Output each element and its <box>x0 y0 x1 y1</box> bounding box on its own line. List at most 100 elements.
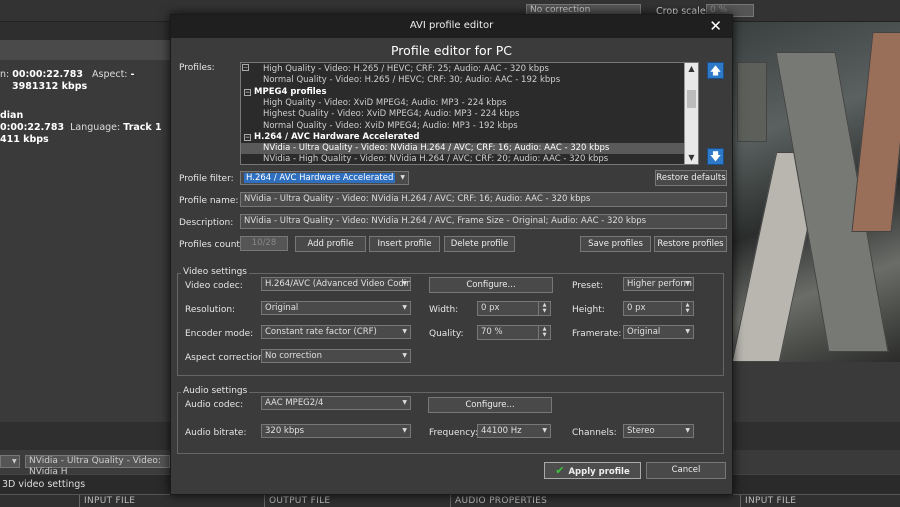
profile-filter-value: H.264 / AVC Hardware Accelerated <box>244 173 396 183</box>
profile-name-input[interactable]: NVidia - Ultra Quality - Video: NVidia H… <box>240 192 727 207</box>
background-audio-line: 0:00:22.783 Language: Track 1 <box>0 122 162 133</box>
collapse-icon[interactable]: − <box>244 133 251 141</box>
profiles-scrollbar[interactable]: ▲ ▼ <box>684 63 698 164</box>
height-spin-buttons[interactable]: ▲ ▼ <box>681 302 693 315</box>
profile-item[interactable]: NVidia - High Quality - Video: NVidia H.… <box>241 154 685 165</box>
video-codec-value: H.264/AVC (Advanced Video Coding) <box>265 279 411 289</box>
framerate-label: Framerate: <box>572 329 622 339</box>
profile-text: High Quality - Video: XviD MPEG4; Audio:… <box>263 97 507 108</box>
scroll-thumb[interactable] <box>687 90 696 108</box>
city-tower-4 <box>737 62 767 142</box>
audio-codec-select[interactable]: AAC MPEG2/4 ▼ <box>261 396 411 410</box>
add-profile-button[interactable]: Add profile <box>295 236 366 252</box>
video-codec-select[interactable]: H.264/AVC (Advanced Video Coding) ▼ <box>261 277 411 291</box>
profiles-label: Profiles: <box>179 63 215 73</box>
quality-label: Quality: <box>429 329 464 339</box>
background-audio-bitrate: 411 kbps <box>0 134 49 145</box>
background-aspect-label: Aspect: <box>92 69 128 80</box>
profile-item[interactable]: Highest Quality - Video: XviD MPEG4; Aud… <box>241 109 685 120</box>
profiles-count-label: Profiles count: <box>179 240 243 250</box>
width-label: Width: <box>429 305 459 315</box>
profile-filter-label: Profile filter: <box>179 174 234 184</box>
delete-profile-button[interactable]: Delete profile <box>444 236 515 252</box>
encoder-mode-value: Constant rate factor (CRF) <box>265 327 377 337</box>
encoder-mode-select[interactable]: Constant rate factor (CRF) ▼ <box>261 325 411 339</box>
apply-profile-label: Apply profile <box>568 467 630 477</box>
resolution-select[interactable]: Original ▼ <box>261 301 411 315</box>
audio-settings-title: Audio settings <box>181 386 250 396</box>
width-spin-buttons[interactable]: ▲ ▼ <box>538 302 550 315</box>
checkmark-icon: ✔ <box>555 464 565 477</box>
background-left-subheader <box>0 40 170 60</box>
collapse-icon[interactable]: − <box>244 88 251 96</box>
spin-down-icon[interactable]: ▼ <box>682 308 693 314</box>
spin-down-icon[interactable]: ▼ <box>539 308 550 314</box>
save-profiles-button[interactable]: Save profiles <box>580 236 651 252</box>
audio-codec-value: AAC MPEG2/4 <box>265 398 324 408</box>
preset-select[interactable]: Higher perform ▼ <box>623 277 694 291</box>
framerate-select[interactable]: Original ▼ <box>623 325 694 339</box>
frequency-label: Frequency: <box>429 428 478 438</box>
profiles-list[interactable]: − High Quality - Video: H.265 / HEVC; CR… <box>240 62 699 165</box>
quality-stepper[interactable]: 70 % ▲ ▼ <box>477 325 551 340</box>
restore-profiles-button[interactable]: Restore profiles <box>654 236 727 252</box>
audio-codec-label: Audio codec: <box>185 400 244 410</box>
width-stepper[interactable]: 0 px ▲ ▼ <box>477 301 551 316</box>
profile-editor-dialog: AVI profile editor ✕ Profile editor for … <box>170 14 733 495</box>
background-language-value: Track 1 <box>123 122 162 133</box>
background-3d-settings[interactable]: 3D video settings <box>2 479 85 490</box>
height-label: Height: <box>572 305 605 315</box>
audio-bitrate-select[interactable]: 320 kbps ▼ <box>261 424 411 438</box>
chevron-down-icon: ▼ <box>402 352 407 359</box>
audio-configure-button[interactable]: Configure... <box>428 397 552 413</box>
video-configure-button[interactable]: Configure... <box>429 277 553 293</box>
background-tab-output-file[interactable]: OUTPUT FILE <box>264 495 330 507</box>
resolution-label: Resolution: <box>185 305 236 315</box>
quality-spin-buttons[interactable]: ▲ ▼ <box>538 326 550 339</box>
audio-bitrate-label: Audio bitrate: <box>185 428 247 438</box>
chevron-down-icon: ▼ <box>685 328 690 335</box>
profile-text: H.264 / AVC Hardware Accelerated <box>254 131 420 142</box>
cancel-button[interactable]: Cancel <box>646 462 726 479</box>
profile-item[interactable]: Normal Quality - Video: H.265 / HEVC; CR… <box>241 75 685 86</box>
profile-item[interactable]: High Quality - Video: XviD MPEG4; Audio:… <box>241 98 685 109</box>
channels-select[interactable]: Stereo ▼ <box>623 424 694 438</box>
height-stepper[interactable]: 0 px ▲ ▼ <box>623 301 694 316</box>
video-settings-title: Video settings <box>181 267 249 277</box>
background-small-select[interactable]: ▼ <box>0 455 20 468</box>
move-down-icon[interactable]: 🡇 <box>707 148 724 165</box>
background-left-panel: n: 00:00:22.783 Aspect: - 3981312 kbps d… <box>0 22 170 422</box>
background-tab-audio-properties[interactable]: AUDIO PROPERTIES <box>450 495 547 507</box>
spin-down-icon[interactable]: ▼ <box>539 332 550 338</box>
description-input[interactable]: NVidia - Ultra Quality - Video: NVidia H… <box>240 214 727 229</box>
scroll-up-icon[interactable]: ▲ <box>685 63 698 75</box>
profile-text: NVidia - High Quality - Video: NVidia H.… <box>263 154 609 165</box>
profile-item[interactable]: High Quality - Video: H.265 / HEVC; CRF:… <box>241 64 685 75</box>
profile-item[interactable]: Normal Quality - Video: XviD MPEG4; Audi… <box>241 121 685 132</box>
profile-text: High Quality - Video: H.265 / HEVC; CRF:… <box>263 64 549 74</box>
scroll-down-icon[interactable]: ▼ <box>685 152 698 164</box>
background-tab-input-file[interactable]: INPUT FILE <box>79 495 135 507</box>
move-up-icon[interactable]: 🡅 <box>707 62 724 79</box>
apply-profile-button[interactable]: ✔ Apply profile <box>544 462 641 479</box>
background-duration-line: n: 00:00:22.783 Aspect: - <box>0 69 135 80</box>
profile-group[interactable]: − H.264 / AVC Hardware Accelerated <box>241 132 685 143</box>
insert-profile-button[interactable]: Insert profile <box>369 236 440 252</box>
background-audio-duration: 0:00:22.783 <box>0 122 65 133</box>
background-tab-input-file-2[interactable]: INPUT FILE <box>740 495 796 507</box>
channels-label: Channels: <box>572 428 617 438</box>
preset-value: Higher perform <box>627 279 692 289</box>
profile-item[interactable]: NVidia - Ultra Quality - Video: NVidia H… <box>241 143 685 155</box>
audio-bitrate-value: 320 kbps <box>265 426 305 436</box>
aspect-correction-select[interactable]: No correction ▼ <box>261 349 411 363</box>
background-profile-select[interactable]: NVidia - Ultra Quality - Video: NVidia H <box>25 455 170 477</box>
channels-value: Stereo <box>627 426 655 436</box>
frequency-select[interactable]: 44100 Hz ▼ <box>477 424 551 438</box>
close-icon[interactable]: ✕ <box>709 17 722 35</box>
preset-label: Preset: <box>572 281 604 291</box>
profile-group[interactable]: − MPEG4 profiles <box>241 87 685 98</box>
profile-filter-select[interactable]: H.264 / AVC Hardware Accelerated ▼ <box>240 171 409 185</box>
chevron-down-icon: ▼ <box>402 399 407 406</box>
background-preview-image <box>732 22 900 362</box>
restore-defaults-button[interactable]: Restore defaults <box>655 170 727 186</box>
